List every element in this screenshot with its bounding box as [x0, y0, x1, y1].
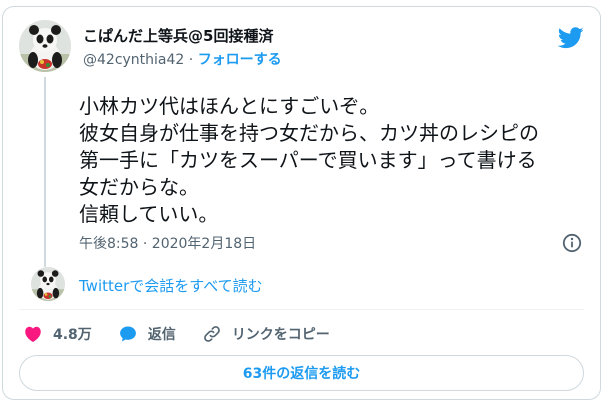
- tweet-timestamp[interactable]: 午後8:58 · 2020年2月18日: [79, 233, 256, 253]
- tweet-text-line: 彼女自身が仕事を持つ女だから、カツ丼のレシピの: [79, 121, 539, 145]
- handle-separator: ·: [184, 52, 198, 68]
- thread-line: [44, 77, 46, 267]
- copy-link-label: リンクをコピー: [231, 327, 330, 343]
- tweet-text-line: 小林カツ代はほんとにすごいぞ。: [79, 94, 380, 118]
- author-handle[interactable]: @42cynthia42: [83, 52, 184, 68]
- author-avatar[interactable]: [19, 20, 71, 72]
- tweet-text-line: 第一手に「カツをスーパーで買います」って書ける: [79, 148, 537, 172]
- author-display-name[interactable]: こぱんだ上等兵@5回接種済: [83, 25, 273, 46]
- twitter-bird-icon[interactable]: [558, 27, 584, 49]
- speech-bubble-icon: [119, 326, 136, 342]
- action-bar: 4.8万 返信 リンクをコピー: [23, 323, 356, 345]
- copy-link-button[interactable]: リンクをコピー: [202, 324, 330, 344]
- follow-link[interactable]: フォローする: [198, 52, 282, 68]
- tweet-text-line: 信頼していい。: [79, 202, 219, 226]
- heart-icon: [25, 326, 41, 342]
- info-icon[interactable]: [562, 233, 582, 253]
- like-count: 4.8万: [53, 327, 92, 343]
- read-replies-button[interactable]: 63件の返信を読む: [19, 355, 584, 391]
- tweet-embed-card: こぱんだ上等兵@5回接種済 @42cynthia42 · フォローする 小林カツ…: [2, 6, 601, 400]
- conversation-avatar[interactable]: [31, 267, 65, 301]
- reply-label: 返信: [147, 327, 176, 343]
- read-conversation-link[interactable]: Twitterで会話をすべて読む: [79, 275, 263, 296]
- divider: [19, 309, 584, 310]
- reply-button[interactable]: 返信: [118, 324, 176, 344]
- author-handle-row: @42cynthia42 · フォローする: [83, 49, 282, 69]
- tweet-text: 小林カツ代はほんとにすごいぞ。 彼女自身が仕事を持つ女だから、カツ丼のレシピの …: [79, 93, 589, 228]
- tweet-text-line: 女だからな。: [79, 175, 199, 199]
- link-icon: [203, 326, 220, 342]
- like-button[interactable]: 4.8万: [23, 324, 92, 344]
